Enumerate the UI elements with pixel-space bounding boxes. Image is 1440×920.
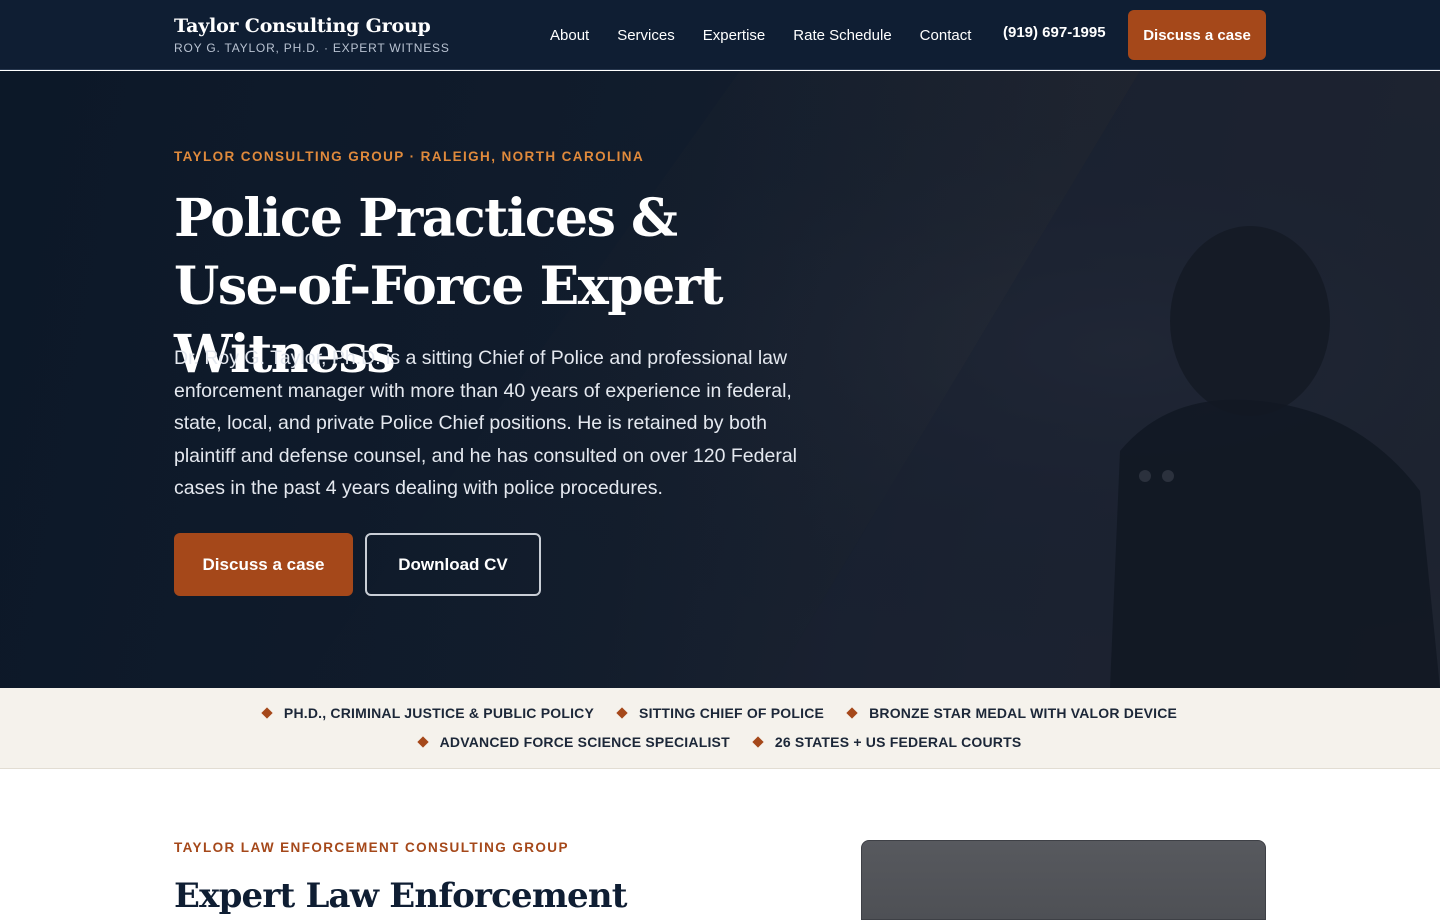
- nav-link-rate-schedule[interactable]: Rate Schedule: [793, 27, 891, 44]
- credential-text: SITTING CHIEF OF POLICE: [639, 705, 825, 721]
- nav-link-contact[interactable]: Contact: [920, 27, 972, 44]
- diamond-bullet-icon: [846, 707, 858, 719]
- hero-eyebrow: TAYLOR CONSULTING GROUP · RALEIGH, NORTH…: [174, 149, 645, 164]
- download-cv-button[interactable]: Download CV: [365, 533, 541, 596]
- credential-text: ADVANCED FORCE SCIENCE SPECIALIST: [439, 734, 730, 750]
- diamond-bullet-icon: [752, 736, 764, 748]
- diamond-bullet-icon: [416, 736, 429, 748]
- brand-logo[interactable]: Taylor Consulting Group ROY G. TAYLOR, P…: [174, 15, 450, 55]
- credentials-row: ADVANCED FORCE SCIENCE SPECIALIST 26 STA…: [0, 734, 1440, 750]
- credential-item: ADVANCED FORCE SCIENCE SPECIALIST: [416, 734, 730, 750]
- nav-link-services[interactable]: Services: [617, 27, 675, 44]
- section-eyebrow: TAYLOR LAW ENFORCEMENT CONSULTING GROUP: [174, 840, 569, 855]
- brand-subtitle: ROY G. TAYLOR, PH.D. · EXPERT WITNESS: [174, 41, 450, 55]
- credential-item: SITTING CHIEF OF POLICE: [616, 705, 825, 721]
- nav-link-expertise[interactable]: Expertise: [703, 27, 766, 44]
- phone-link[interactable]: (919) 697-1995: [1003, 24, 1106, 41]
- credential-text: BRONZE STAR MEDAL WITH VALOR DEVICE: [869, 705, 1178, 721]
- header-discuss-case-button[interactable]: Discuss a case: [1128, 10, 1266, 60]
- officer-photo-silhouette: [1110, 226, 1440, 688]
- credential-item: BRONZE STAR MEDAL WITH VALOR DEVICE: [846, 705, 1178, 721]
- site-header: Taylor Consulting Group ROY G. TAYLOR, P…: [0, 0, 1440, 70]
- credential-text: PH.D., CRIMINAL JUSTICE & PUBLIC POLICY: [283, 705, 595, 721]
- hero-description: Dr. Roy G. Taylor, Ph.D. is a sitting Ch…: [174, 347, 798, 499]
- credential-text: 26 STATES + US FEDERAL COURTS: [774, 734, 1022, 750]
- section-title: Expert Law Enforcement: [174, 876, 628, 916]
- nav-link-about[interactable]: About: [550, 27, 589, 44]
- diamond-bullet-icon: [616, 707, 628, 719]
- credentials-row: PH.D., CRIMINAL JUSTICE & PUBLIC POLICY …: [0, 705, 1440, 721]
- credential-item: 26 STATES + US FEDERAL COURTS: [752, 734, 1022, 750]
- diamond-bullet-icon: [261, 707, 273, 719]
- credential-item: PH.D., CRIMINAL JUSTICE & PUBLIC POLICY: [261, 705, 595, 721]
- credentials-band: PH.D., CRIMINAL JUSTICE & PUBLIC POLICY …: [0, 688, 1440, 769]
- discuss-case-button[interactable]: Discuss a case: [174, 533, 353, 596]
- main-nav: About Services Expertise Rate Schedule C…: [536, 0, 985, 70]
- brand-name: Taylor Consulting Group: [174, 15, 431, 37]
- profile-photo: [861, 840, 1266, 920]
- hero-section: TAYLOR CONSULTING GROUP · RALEIGH, NORTH…: [0, 71, 1440, 688]
